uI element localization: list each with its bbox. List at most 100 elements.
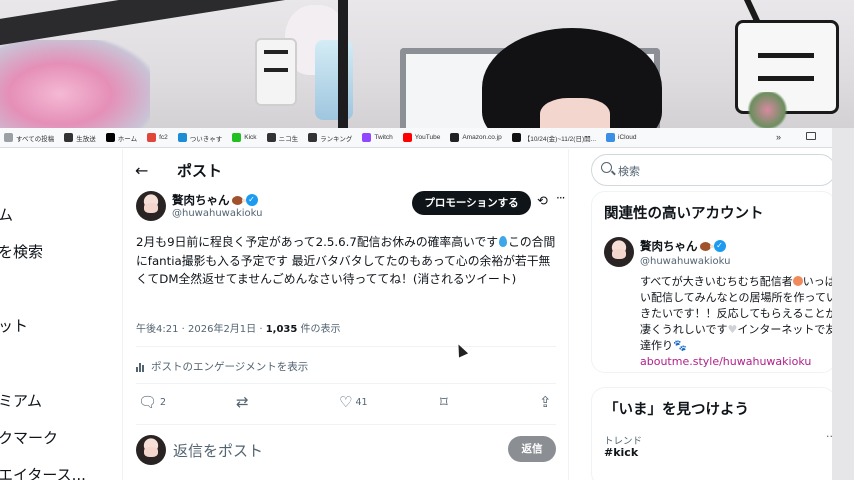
my-avatar xyxy=(136,435,166,465)
bookmark-label: Twitch xyxy=(374,134,393,141)
bookmark-label: Amazon.co.jp xyxy=(462,134,502,141)
post-actions: 🗨 2 ⇄ ♡ 41 ⌑ ⇪ xyxy=(136,391,558,417)
reply-button[interactable]: 返信 xyxy=(508,436,556,462)
white-heart-icon: ♥ xyxy=(727,323,738,336)
bookmark-label: iCloud xyxy=(618,134,637,141)
bookmark-favicon-icon xyxy=(177,133,187,142)
bookmark-item[interactable]: 【10/24(金)~11/2(日)開... xyxy=(511,133,597,143)
reply-input[interactable]: 返信をポスト xyxy=(173,440,263,461)
nav-item-explore[interactable]: を検索 xyxy=(0,241,43,262)
view-engagements-link[interactable]: ポストのエンゲージメントを表示 xyxy=(136,359,308,374)
right-sidebar: 検索 関連性の高いアカウント 贅肉ちゃん ✓ @huwahuwakioku すべ… xyxy=(569,149,837,480)
bookmark-label: fc2 xyxy=(159,134,168,141)
person-face xyxy=(540,98,610,128)
post-header: ← ポスト xyxy=(123,149,570,191)
recommended-bio: すべてが大きいむちむち配信者 いっぱい配信してみんなとの居場所を作っていきたいです… xyxy=(640,274,840,370)
trends-title: 「いま」を見つけよう xyxy=(604,402,749,418)
bookmark-item[interactable]: ランキング xyxy=(308,133,352,143)
bookmark-favicon-icon xyxy=(606,133,616,142)
mic-stand xyxy=(338,0,348,128)
nav-item-chat[interactable]: ット xyxy=(0,315,28,336)
left-nav: ム を検索 ット ミアム クマーク エイタース... xyxy=(0,149,122,480)
reply-action[interactable]: 🗨 2 xyxy=(138,395,166,410)
bookmark-label: ニコ生 xyxy=(278,135,299,143)
bio-emoji-icon: 🐾 xyxy=(673,339,687,352)
bookmark-item[interactable]: すべての投稿 xyxy=(4,133,54,143)
bookmark-item[interactable]: Kick xyxy=(232,133,257,142)
bookmark-label: ついきゃす xyxy=(189,135,223,143)
grok-icon[interactable]: ⟲ xyxy=(537,194,548,209)
trends-card: 「いま」を見つけよう トレンド #kick ·· xyxy=(591,387,836,480)
recommended-avatar[interactable] xyxy=(604,237,634,267)
bio-part1: すべてが大きいむちむち配信者 xyxy=(640,275,793,288)
bookmark-item[interactable]: ホーム xyxy=(105,133,138,143)
author-name-text: 贅肉ちゃん xyxy=(172,193,230,207)
search-icon xyxy=(601,162,612,173)
nav-item-bookmarks[interactable]: クマーク xyxy=(0,427,58,448)
search-input[interactable]: 検索 xyxy=(618,163,640,179)
post-text-part1: 2月も9日前に程良く予定があって2.5.6.7配信お休みの確率高いです xyxy=(136,235,499,249)
bookmark-label: 【10/24(金)~11/2(日)開... xyxy=(523,135,597,143)
divider xyxy=(136,424,556,425)
share-icon: ⇪ xyxy=(539,393,552,411)
author-avatar[interactable] xyxy=(136,191,166,221)
view-engagements-label: ポストのエンゲージメントを表示 xyxy=(151,361,309,373)
recommended-handle[interactable]: @huwahuwakioku xyxy=(640,256,730,267)
peach-emoji-icon xyxy=(792,276,803,286)
bookmark-item[interactable]: Twitch xyxy=(362,133,393,142)
divider xyxy=(136,346,556,347)
bio-link[interactable]: aboutme.style/huwahuwakioku xyxy=(640,355,811,368)
search-box[interactable]: 検索 xyxy=(591,154,836,186)
bookmark-item[interactable]: fc2 xyxy=(147,133,168,142)
nav-item-home[interactable]: ム xyxy=(0,204,13,225)
bookmark-item[interactable]: 生放送 xyxy=(64,133,96,143)
back-arrow-icon[interactable]: ← xyxy=(135,161,148,180)
views-label: 件の表示 xyxy=(297,324,341,335)
droplet-emoji-icon xyxy=(499,236,508,247)
bookmark-label: YouTube xyxy=(414,134,441,141)
like-action[interactable]: ♡ 41 xyxy=(339,395,368,410)
recommended-name[interactable]: 贅肉ちゃん ✓ xyxy=(640,238,726,254)
bookmark-favicon-icon xyxy=(308,133,318,142)
page-title: ポスト xyxy=(177,162,223,180)
relevant-accounts-title: 関連性の高いアカウント xyxy=(604,206,764,222)
flower-plant xyxy=(745,92,790,128)
recommended-name-text: 贅肉ちゃん xyxy=(640,239,698,253)
reply-icon: 🗨 xyxy=(138,393,158,411)
bookmark-label: ホーム xyxy=(117,135,138,143)
robot-figure xyxy=(255,38,297,106)
nav-item-premium[interactable]: ミアム xyxy=(0,390,42,411)
bookmark-item[interactable]: YouTube xyxy=(402,133,441,142)
bookmark-item[interactable]: ついきゃす xyxy=(177,133,223,143)
bookmark-item[interactable]: Amazon.co.jp xyxy=(450,133,502,142)
more-options-icon[interactable]: ··· xyxy=(556,191,566,205)
bookmark-favicon-icon xyxy=(232,133,242,142)
post-metadata: 午後4:21 · 2026年2月1日 · 1,035 件の表示 xyxy=(136,320,341,335)
bookmark-favicon-icon xyxy=(64,133,74,142)
plush-toys xyxy=(0,40,150,128)
like-count: 41 xyxy=(355,397,368,408)
promote-button[interactable]: プロモーションする xyxy=(412,191,531,215)
post-author: 贅肉ちゃん ✓ @huwahuwakioku プロモーションする ⟲ ··· xyxy=(136,191,566,223)
post-timestamp[interactable]: 午後4:21 · 2026年2月1日 · xyxy=(136,324,266,335)
divider xyxy=(136,383,556,384)
verified-badge-icon: ✓ xyxy=(713,240,726,252)
repost-action[interactable]: ⇄ xyxy=(236,395,252,410)
author-handle[interactable]: @huwahuwakioku xyxy=(172,208,262,219)
reply-count: 2 xyxy=(160,397,167,408)
bookmarks-bar: すべての投稿 生放送 ホーム fc2 ついきゃす Kick ニコ生 ランキング Twitch Yo… xyxy=(0,128,832,148)
bookmark-favicon-icon xyxy=(266,133,276,142)
author-name[interactable]: 贅肉ちゃん ✓ xyxy=(172,192,258,208)
share-action[interactable]: ⇪ xyxy=(539,395,555,410)
bookmark-item[interactable]: ニコ生 xyxy=(266,133,299,143)
bookmark-favicon-icon xyxy=(4,133,13,142)
bookmark-favicon-icon xyxy=(402,133,412,142)
nav-item-creator-studio[interactable]: エイタース... xyxy=(0,464,86,480)
relevant-accounts-card: 関連性の高いアカウント 贅肉ちゃん ✓ @huwahuwakioku すべてが大… xyxy=(591,191,837,373)
bookmark-favicon-icon xyxy=(511,133,521,142)
webcam-background xyxy=(0,0,854,128)
trend-item[interactable]: #kick xyxy=(604,446,638,459)
bookmark-favicon-icon xyxy=(105,133,115,142)
bookmark-action[interactable]: ⌑ xyxy=(440,395,451,410)
bookmark-item[interactable]: iCloud xyxy=(606,133,636,142)
